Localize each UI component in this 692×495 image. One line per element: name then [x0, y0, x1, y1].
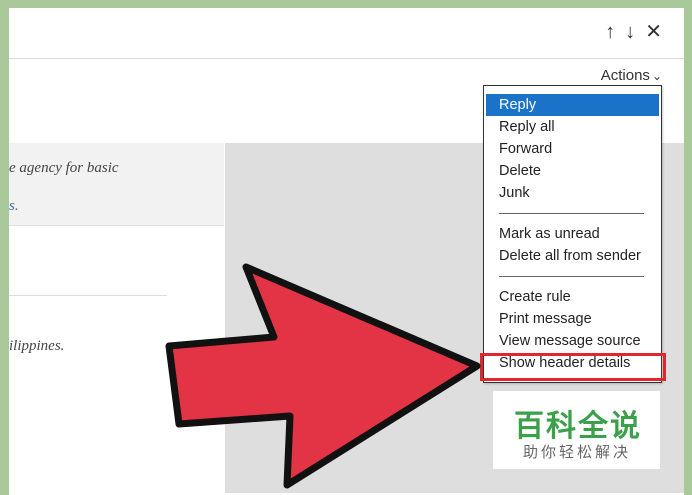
watermark: 百科全说 助你轻松解决 — [493, 391, 660, 469]
watermark-title: 百科全说 — [514, 410, 642, 443]
watermark-subtitle: 助你轻松解决 — [523, 444, 632, 461]
red-arrow-shape — [165, 263, 481, 489]
email-reading-pane: ↑ ↓ ✕ Actions ⌄ e agency for basic s. ili… — [9, 8, 684, 495]
